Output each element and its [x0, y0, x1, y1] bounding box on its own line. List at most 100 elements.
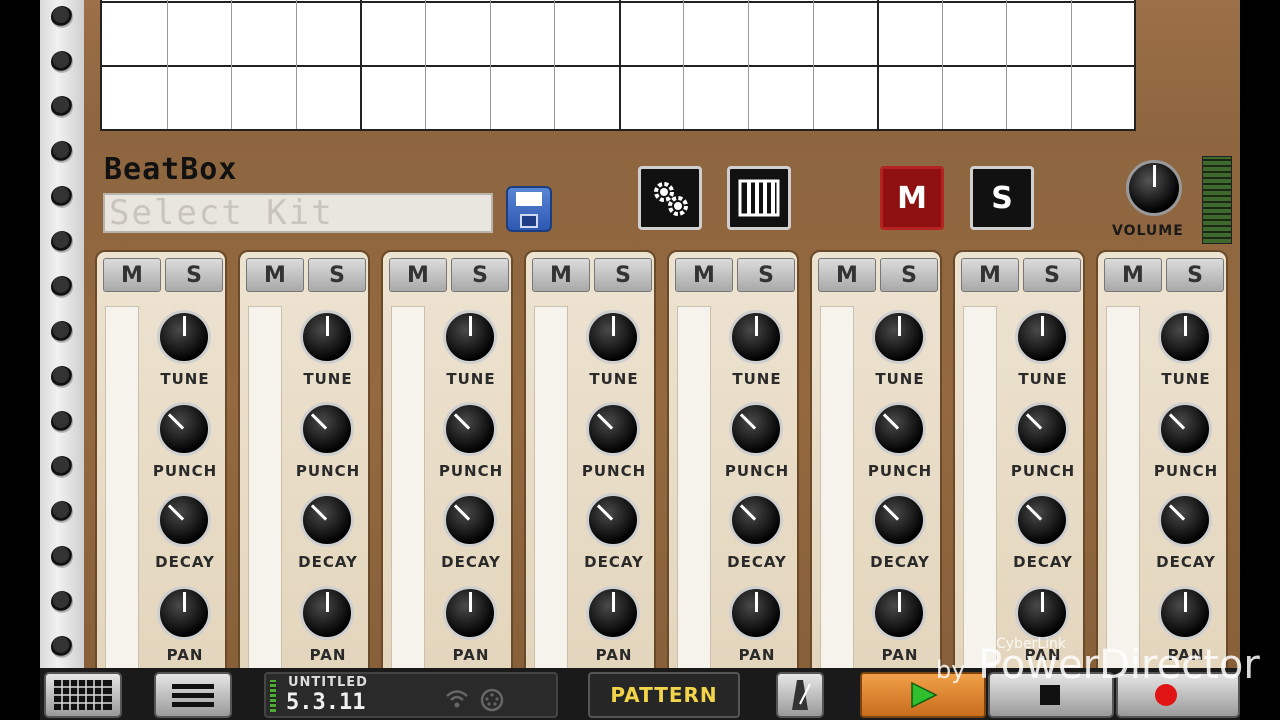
binder-hole — [51, 231, 73, 253]
channel-solo-button[interactable]: S — [451, 258, 509, 292]
channel-pan-knob[interactable] — [157, 586, 211, 640]
grid-view-button[interactable] — [44, 672, 122, 718]
channel-decay-label: DECAY — [441, 553, 501, 571]
channel-solo-button[interactable]: S — [1166, 258, 1224, 292]
channel-decay-knob[interactable] — [1158, 493, 1212, 547]
binder-hole — [51, 186, 73, 208]
channel-tune-knob[interactable] — [1015, 310, 1069, 364]
channel-decay-knob[interactable] — [300, 493, 354, 547]
channel-punch-knob[interactable] — [1015, 402, 1069, 456]
metronome-button[interactable] — [776, 672, 824, 718]
channel-solo-button[interactable]: S — [165, 258, 223, 292]
channel-punch-knob[interactable] — [586, 402, 640, 456]
knob-indicator — [469, 316, 472, 336]
kit-select-display[interactable]: Select Kit — [103, 193, 493, 233]
watermark-by: by — [936, 656, 966, 684]
volume-knob[interactable] — [1126, 160, 1182, 216]
channel-punch-knob[interactable] — [872, 402, 926, 456]
channel-volume-fader[interactable] — [820, 306, 854, 672]
channel-pan-label: PAN — [166, 646, 204, 664]
binder-hole — [51, 501, 73, 523]
knob-indicator — [326, 592, 329, 612]
channel-pan-knob[interactable] — [729, 586, 783, 640]
knob-indicator — [183, 316, 186, 336]
channel-tune-knob[interactable] — [157, 310, 211, 364]
channel-pan-knob[interactable] — [1015, 586, 1069, 640]
channel-mute-button[interactable]: M — [246, 258, 304, 292]
knob-indicator — [183, 592, 186, 612]
channel-strip: M S TUNE PUNCH DECAY PAN — [238, 250, 370, 672]
binder-hole — [51, 321, 73, 343]
channel-volume-fader[interactable] — [534, 306, 568, 672]
channel-volume-fader[interactable] — [391, 306, 425, 672]
knob-indicator — [1184, 592, 1187, 612]
channel-pan-knob[interactable] — [872, 586, 926, 640]
channel-mute-button[interactable]: M — [1104, 258, 1162, 292]
channel-punch-knob[interactable] — [157, 402, 211, 456]
channel-tune-knob[interactable] — [1158, 310, 1212, 364]
channel-tune-knob[interactable] — [729, 310, 783, 364]
channel-decay-knob[interactable] — [1015, 493, 1069, 547]
channel-mute-button[interactable]: M — [961, 258, 1019, 292]
binder-hole — [51, 276, 73, 298]
channel-punch-label: PUNCH — [1153, 462, 1219, 480]
channel-decay-knob[interactable] — [586, 493, 640, 547]
settings-button[interactable] — [638, 166, 702, 230]
channel-solo-button[interactable]: S — [880, 258, 938, 292]
channel-punch-label: PUNCH — [867, 462, 933, 480]
channel-tune-knob[interactable] — [586, 310, 640, 364]
channel-punch-knob[interactable] — [729, 402, 783, 456]
channel-volume-fader[interactable] — [1106, 306, 1140, 672]
mixer-view-button[interactable] — [727, 166, 791, 230]
menu-button[interactable] — [154, 672, 232, 718]
knob-indicator — [612, 592, 615, 612]
solo-all-button[interactable]: S — [970, 166, 1034, 230]
channel-tune-knob[interactable] — [300, 310, 354, 364]
channel-solo-button[interactable]: S — [308, 258, 366, 292]
channel-decay-label: DECAY — [727, 553, 787, 571]
channel-volume-fader[interactable] — [677, 306, 711, 672]
channel-strip: M S TUNE PUNCH DECAY PAN — [524, 250, 656, 672]
channel-decay-knob[interactable] — [443, 493, 497, 547]
left-letterbox — [0, 0, 40, 720]
channel-mute-button[interactable]: M — [389, 258, 447, 292]
channel-mute-button[interactable]: M — [103, 258, 161, 292]
channel-decay-knob[interactable] — [872, 493, 926, 547]
channel-tune-knob[interactable] — [872, 310, 926, 364]
save-kit-button[interactable] — [506, 186, 552, 232]
mute-all-button[interactable]: M — [880, 166, 944, 230]
channel-decay-label: DECAY — [1156, 553, 1216, 571]
channel-pan-label: PAN — [309, 646, 347, 664]
channel-punch-knob[interactable] — [300, 402, 354, 456]
channel-pan-knob[interactable] — [586, 586, 640, 640]
knob-indicator — [1025, 413, 1043, 430]
binder-hole — [51, 51, 73, 73]
channel-punch-knob[interactable] — [1158, 402, 1212, 456]
channel-pan-knob[interactable] — [1158, 586, 1212, 640]
channel-volume-fader[interactable] — [963, 306, 997, 672]
grid-column-divider — [812, 0, 814, 129]
channel-mute-button[interactable]: M — [818, 258, 876, 292]
grid-column-divider — [231, 0, 233, 129]
knob-indicator — [898, 316, 901, 336]
pattern-button[interactable]: PATTERN — [588, 672, 740, 718]
channel-solo-button[interactable]: S — [737, 258, 795, 292]
channel-decay-knob[interactable] — [729, 493, 783, 547]
channel-volume-fader[interactable] — [248, 306, 282, 672]
pattern-grid[interactable] — [100, 0, 1136, 131]
metronome-icon — [792, 680, 811, 710]
knob-indicator — [453, 413, 471, 430]
channel-mute-button[interactable]: M — [675, 258, 733, 292]
channel-solo-button[interactable]: S — [594, 258, 652, 292]
channel-pan-knob[interactable] — [300, 586, 354, 640]
channel-pan-knob[interactable] — [443, 586, 497, 640]
channel-tune-knob[interactable] — [443, 310, 497, 364]
knob-indicator — [882, 504, 900, 521]
channel-solo-button[interactable]: S — [1023, 258, 1081, 292]
channel-mute-button[interactable]: M — [532, 258, 590, 292]
channel-volume-fader[interactable] — [105, 306, 139, 672]
song-level-meter — [270, 680, 276, 712]
channel-pan-label: PAN — [452, 646, 490, 664]
channel-decay-knob[interactable] — [157, 493, 211, 547]
channel-punch-knob[interactable] — [443, 402, 497, 456]
